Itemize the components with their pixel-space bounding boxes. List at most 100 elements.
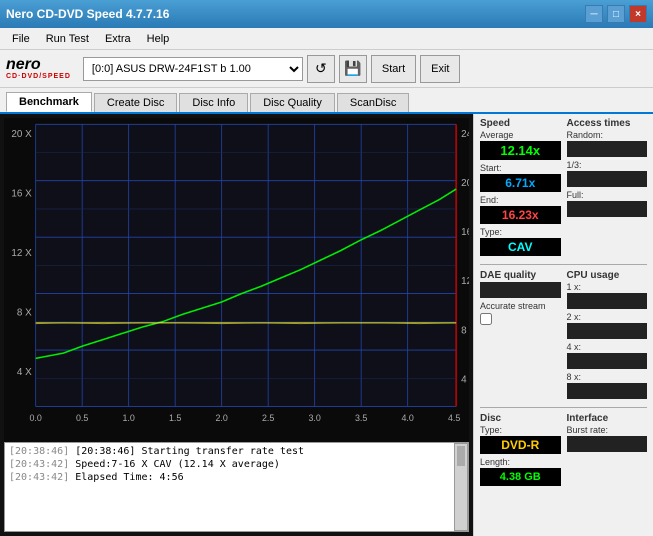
access-times-column: Access times Random: 1/3: Full: <box>567 118 648 259</box>
menu-extra[interactable]: Extra <box>97 31 139 47</box>
toolbar: nero CD·DVD/SPEED [0:0] ASUS DRW-24F1ST … <box>0 50 653 88</box>
window-controls: ─ □ × <box>585 5 647 23</box>
chart-area: 20 X 16 X 12 X 8 X 4 X 24 20 16 12 8 4 <box>0 114 473 536</box>
cpu-4x-label: 4 x: <box>567 342 648 352</box>
tab-create-disc[interactable]: Create Disc <box>94 93 177 112</box>
burst-rate-value <box>567 436 648 452</box>
disc-length-label: Length: <box>480 457 561 467</box>
refresh-button[interactable]: ↺ <box>307 55 335 83</box>
close-button[interactable]: × <box>629 5 647 23</box>
cpu-2x-label: 2 x: <box>567 312 648 322</box>
svg-text:16 X: 16 X <box>11 188 32 199</box>
full-value <box>567 201 648 217</box>
log-line-3: [20:43:42] Elapsed Time: 4:56 <box>9 471 450 484</box>
menu-file[interactable]: File <box>4 31 38 47</box>
svg-text:4.0: 4.0 <box>401 413 413 423</box>
logo-text: nero <box>6 57 41 73</box>
scrollbar-thumb[interactable] <box>457 446 465 466</box>
app-title: Nero CD-DVD Speed 4.7.7.16 <box>6 7 169 21</box>
drive-selector[interactable]: [0:0] ASUS DRW-24F1ST b 1.00 <box>83 57 303 81</box>
disc-length-value: 4.38 GB <box>480 468 561 486</box>
svg-text:24: 24 <box>461 129 469 140</box>
svg-text:16: 16 <box>461 227 469 238</box>
tab-scan-disc[interactable]: ScanDisc <box>337 93 409 112</box>
maximize-button[interactable]: □ <box>607 5 625 23</box>
svg-text:3.0: 3.0 <box>308 413 320 423</box>
save-button[interactable]: 💾 <box>339 55 367 83</box>
log-content: [20:38:46] [20:38:46] Starting transfer … <box>5 443 454 531</box>
interface-column: Interface Burst rate: <box>567 413 648 489</box>
disc-type-value: DVD-R <box>480 436 561 454</box>
start-label: Start: <box>480 163 561 173</box>
cpu-8x-value <box>567 383 648 399</box>
svg-text:0.0: 0.0 <box>29 413 41 423</box>
logo: nero CD·DVD/SPEED <box>6 57 71 80</box>
svg-text:1.5: 1.5 <box>169 413 181 423</box>
cpu-1x-label: 1 x: <box>567 282 648 292</box>
svg-text:0.5: 0.5 <box>76 413 88 423</box>
log-line-2: [20:43:42] Speed:7-16 X CAV (12.14 X ave… <box>9 458 450 471</box>
chart-container: 20 X 16 X 12 X 8 X 4 X 24 20 16 12 8 4 <box>4 118 469 442</box>
type-label: Type: <box>480 227 561 237</box>
random-value <box>567 141 648 157</box>
tab-bar: Benchmark Create Disc Disc Info Disc Qua… <box>0 88 653 114</box>
access-times-label: Access times <box>567 118 648 129</box>
interface-label: Interface <box>567 413 648 424</box>
cpu-4x-value <box>567 353 648 369</box>
divider-2 <box>480 407 647 408</box>
tab-disc-info[interactable]: Disc Info <box>179 93 248 112</box>
tab-benchmark[interactable]: Benchmark <box>6 92 92 112</box>
disc-interface-section: Disc Type: DVD-R Length: 4.38 GB Interfa… <box>480 413 647 489</box>
full-label: Full: <box>567 190 648 200</box>
exit-button[interactable]: Exit <box>420 55 460 83</box>
svg-text:8 X: 8 X <box>17 307 32 318</box>
log-scrollbar[interactable] <box>454 443 468 531</box>
menubar: File Run Test Extra Help <box>0 28 653 50</box>
svg-text:20 X: 20 X <box>11 129 32 140</box>
speed-label: Speed <box>480 118 561 129</box>
svg-text:4 X: 4 X <box>17 367 32 378</box>
tab-disc-quality[interactable]: Disc Quality <box>250 93 335 112</box>
log-line-1: [20:38:46] [20:38:46] Starting transfer … <box>9 445 450 458</box>
disc-column: Disc Type: DVD-R Length: 4.38 GB <box>480 413 561 489</box>
divider-1 <box>480 264 647 265</box>
minimize-button[interactable]: ─ <box>585 5 603 23</box>
svg-text:2.5: 2.5 <box>262 413 274 423</box>
svg-text:12: 12 <box>461 276 469 287</box>
svg-text:20: 20 <box>461 178 469 189</box>
svg-text:1.0: 1.0 <box>122 413 134 423</box>
cpu-8x-label: 8 x: <box>567 372 648 382</box>
dae-quality-label: DAE quality <box>480 270 561 281</box>
titlebar: Nero CD-DVD Speed 4.7.7.16 ─ □ × <box>0 0 653 28</box>
main-content: 20 X 16 X 12 X 8 X 4 X 24 20 16 12 8 4 <box>0 114 653 536</box>
cpu-2x-value <box>567 323 648 339</box>
cpu-1x-value <box>567 293 648 309</box>
type-value: CAV <box>480 238 561 256</box>
dae-column: DAE quality Accurate stream <box>480 270 561 402</box>
speed-access-section: Speed Average 12.14x Start: 6.71x End: 1… <box>480 118 647 259</box>
disc-type-sub: Type: <box>480 425 561 435</box>
menu-run-test[interactable]: Run Test <box>38 31 97 47</box>
svg-text:4.5: 4.5 <box>448 413 460 423</box>
svg-text:4: 4 <box>461 374 467 385</box>
right-panel: Speed Average 12.14x Start: 6.71x End: 1… <box>473 114 653 536</box>
menu-help[interactable]: Help <box>139 31 178 47</box>
burst-rate-label: Burst rate: <box>567 425 648 435</box>
onethird-label: 1/3: <box>567 160 648 170</box>
start-button[interactable]: Start <box>371 55 416 83</box>
log-area: [20:38:46] [20:38:46] Starting transfer … <box>4 442 469 532</box>
dae-quality-value <box>480 282 561 298</box>
start-value: 6.71x <box>480 174 561 192</box>
onethird-value <box>567 171 648 187</box>
end-label: End: <box>480 195 561 205</box>
dae-cpu-section: DAE quality Accurate stream CPU usage 1 … <box>480 270 647 402</box>
disc-type-label: Disc <box>480 413 561 424</box>
logo-sub: CD·DVD/SPEED <box>6 73 71 80</box>
svg-text:12 X: 12 X <box>11 248 32 259</box>
accurate-stream-label: Accurate stream <box>480 301 561 311</box>
accurate-stream-checkbox[interactable] <box>480 313 492 325</box>
speed-column: Speed Average 12.14x Start: 6.71x End: 1… <box>480 118 561 259</box>
svg-text:2.0: 2.0 <box>215 413 227 423</box>
average-label: Average <box>480 130 561 140</box>
speed-chart: 20 X 16 X 12 X 8 X 4 X 24 20 16 12 8 4 <box>4 118 469 442</box>
